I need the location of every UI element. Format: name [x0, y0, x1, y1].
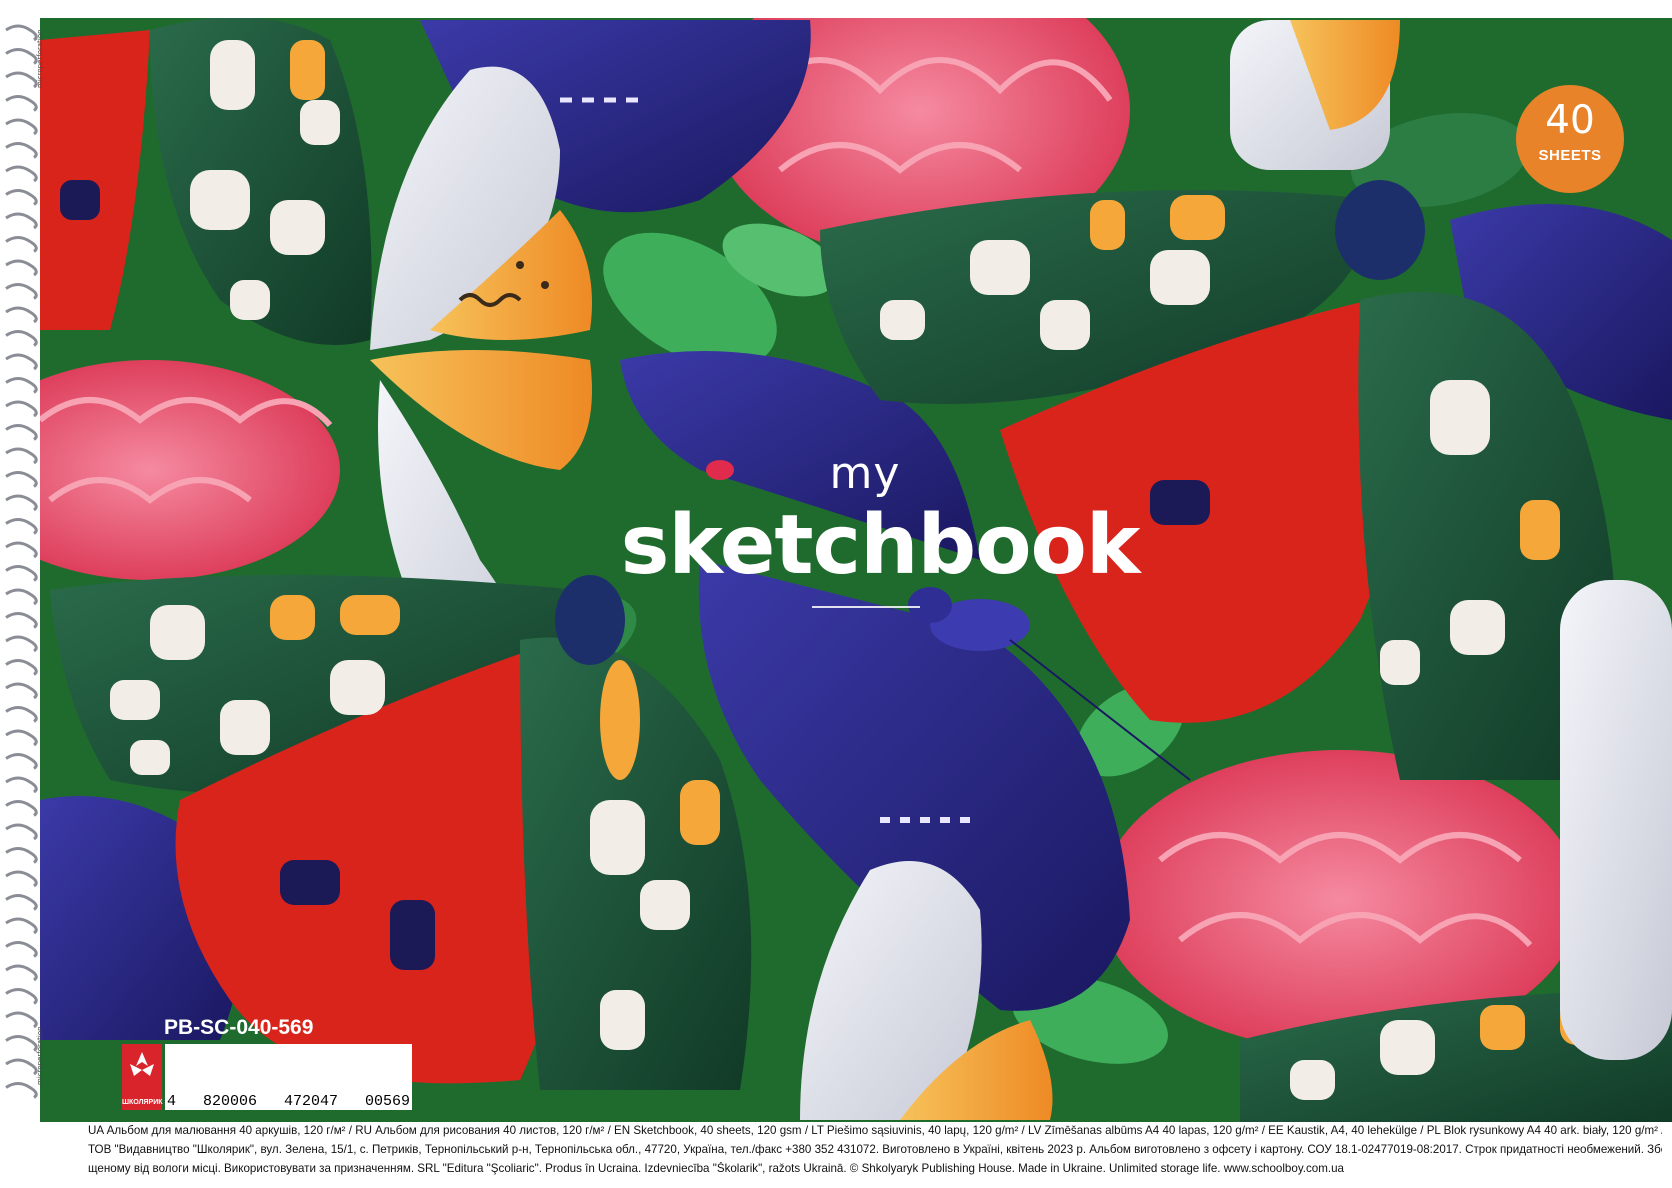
logo-text: ШКОЛЯРИК — [122, 1099, 163, 1106]
spiral-ring — [5, 353, 38, 371]
barcode-digit-group: 472047 — [283, 1093, 338, 1110]
title-sketchbook: sketchbook — [620, 498, 1141, 593]
spiral-ring — [5, 823, 38, 841]
perforation-label-bottom: microperforation — [36, 1026, 44, 1085]
footer-legal-text: UA Альбом для малювання 40 аркушів, 120 … — [58, 1122, 1670, 1188]
title-my: my — [829, 448, 901, 499]
spiral-ring — [5, 1082, 38, 1099]
spiral-ring — [5, 1011, 38, 1029]
spiral-ring — [5, 212, 38, 230]
spiral-ring — [5, 189, 38, 206]
spiral-ring — [5, 24, 38, 42]
sheets-label: SHEETS — [1538, 147, 1602, 164]
spiral-ring — [5, 518, 38, 535]
spiral-ring — [5, 753, 38, 770]
spiral-ring — [5, 729, 38, 747]
spiral-ring — [5, 588, 38, 606]
publisher-logo: ШКОЛЯРИК — [122, 1044, 163, 1110]
spiral-ring — [5, 612, 38, 629]
spiral-ring — [5, 659, 38, 676]
spiral-ring — [5, 471, 38, 488]
spiral-binding — [5, 24, 38, 1099]
spiral-ring — [5, 800, 38, 817]
spiral-ring — [5, 706, 38, 723]
barcode-digit-group: 00569 — [364, 1093, 410, 1110]
title-underline — [812, 606, 920, 608]
barcode: 4 820006 472047 00569 — [165, 1044, 412, 1110]
spiral-ring — [5, 494, 38, 512]
spiral-ring — [5, 682, 38, 700]
spiral-ring — [5, 330, 38, 347]
spiral-ring — [5, 847, 38, 864]
spiral-ring — [5, 71, 38, 89]
spiral-ring — [5, 635, 38, 653]
spiral-ring — [5, 236, 38, 253]
spiral-ring — [5, 1058, 38, 1076]
spiral-ring — [5, 283, 38, 300]
spiral-ring — [5, 48, 38, 65]
spiral-ring — [5, 894, 38, 911]
spiral-ring — [5, 776, 38, 794]
spiral-ring — [5, 917, 38, 935]
spiral-ring — [5, 941, 38, 958]
sheets-badge: 40 SHEETS — [1516, 85, 1624, 193]
footer-line-2: ТОВ "Видавництво "Школярик", вул. Зелена… — [88, 1143, 1662, 1156]
barcode-digits: 4 820006 472047 00569 — [167, 1093, 410, 1110]
spiral-ring — [5, 870, 38, 888]
spiral-ring — [5, 95, 38, 112]
flower-logo-icon — [130, 1052, 154, 1076]
spiral-ring — [5, 118, 38, 136]
spiral-ring — [5, 988, 38, 1005]
spiral-ring — [5, 306, 38, 324]
perforation-label-top: microperforation — [36, 29, 44, 88]
spiral-ring — [5, 165, 38, 183]
spiral-ring — [5, 424, 38, 441]
spiral-ring — [5, 447, 38, 465]
spiral-ring — [5, 565, 38, 582]
spiral-ring — [5, 400, 38, 418]
spiral-ring — [5, 142, 38, 159]
cover-artwork — [5, 18, 1672, 1122]
product-code: PB-SC-040-569 — [164, 1016, 314, 1039]
barcode-digit-group: 4 — [167, 1093, 177, 1110]
sheets-count: 40 — [1545, 98, 1595, 143]
spiral-ring — [5, 259, 38, 277]
spiral-ring — [5, 964, 38, 982]
footer-line-3: щеному від вологи місці. Використовувати… — [88, 1162, 1345, 1175]
footer-line-1: UA Альбом для малювання 40 аркушів, 120 … — [88, 1124, 1662, 1137]
spiral-ring — [5, 1035, 38, 1052]
spiral-ring — [5, 377, 38, 394]
barcode-digit-group: 820006 — [202, 1093, 257, 1110]
spiral-ring — [5, 541, 38, 559]
